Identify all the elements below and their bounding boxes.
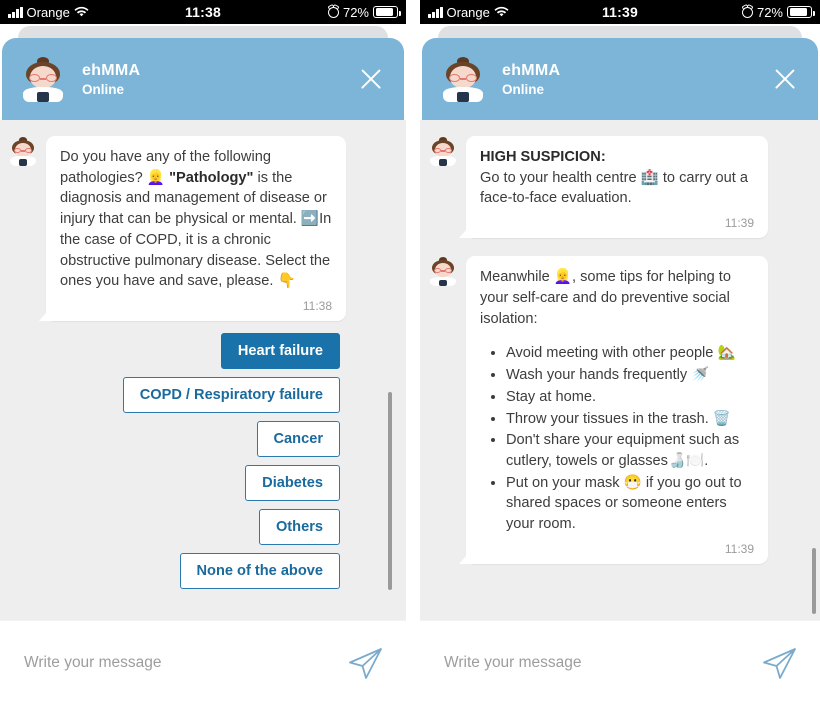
chat-body-right[interactable]: HIGH SUSPICION: Go to your health centre …	[420, 120, 820, 620]
doctor-avatar	[428, 256, 458, 287]
quick-reply-button[interactable]: Diabetes	[245, 465, 340, 502]
chat-header-left: ehMMA Online	[2, 38, 404, 120]
status-bar-left: Orange 11:38 72%	[0, 0, 406, 24]
battery-icon	[373, 6, 401, 18]
doctor-avatar	[440, 56, 486, 102]
quick-reply-button[interactable]: Cancer	[256, 421, 340, 458]
message-text: Do you have any of the following patholo…	[60, 149, 332, 290]
close-icon[interactable]	[768, 62, 802, 96]
message-row: HIGH SUSPICION: Go to your health centre …	[420, 128, 820, 239]
message-text: Meanwhile 👱‍♀️, some tips for helping to…	[480, 269, 754, 535]
chat-header-right: ehMMA Online	[422, 38, 818, 120]
dual-phone-screenshot: Orange 11:38 72% ehMMA Online Do you hav…	[0, 0, 820, 704]
quick-reply-button[interactable]: Heart failure	[220, 333, 340, 370]
chat-header-text: ehMMA Online	[82, 62, 140, 97]
close-icon[interactable]	[354, 62, 388, 96]
doctor-avatar	[8, 136, 38, 166]
status-bar-right-group: 72%	[741, 4, 820, 20]
message-bubble: HIGH SUSPICION: Go to your health centre …	[459, 136, 768, 239]
phone-panel-left: Orange 11:38 72% ehMMA Online Do you hav…	[0, 0, 406, 704]
status-bar-right-group: 72%	[327, 4, 406, 20]
bot-status: Online	[82, 81, 125, 97]
battery-percent-label: 72%	[342, 4, 369, 20]
chat-scrollbar[interactable]	[388, 392, 392, 590]
message-input-bar-left: Write your message	[0, 620, 406, 704]
alarm-clock-icon	[741, 6, 753, 18]
quick-reply-button[interactable]: None of the above	[179, 553, 340, 590]
message-timestamp: 11:39	[724, 541, 754, 556]
message-input-bar-right: Write your message	[420, 620, 820, 704]
quick-reply-button[interactable]: COPD / Respiratory failure	[122, 377, 340, 414]
alarm-clock-icon	[327, 6, 339, 18]
quick-reply-button[interactable]: Others	[258, 509, 340, 546]
bot-name: ehMMA	[502, 61, 561, 79]
message-row: Meanwhile 👱‍♀️, some tips for helping to…	[420, 238, 820, 564]
phone-panel-right: Orange 11:39 72% ehMMA Online HIGH SUSPI…	[420, 0, 820, 704]
doctor-avatar	[428, 136, 458, 166]
send-paper-plane-icon[interactable]	[760, 646, 798, 680]
message-row: Do you have any of the following patholo…	[0, 128, 406, 322]
message-text: HIGH SUSPICION: Go to your health centre …	[480, 149, 749, 207]
message-timestamp: 11:39	[724, 216, 754, 231]
message-bubble: Do you have any of the following patholo…	[39, 136, 346, 322]
chat-scrollbar[interactable]	[812, 548, 816, 614]
status-bar-right: Orange 11:39 72%	[420, 0, 820, 24]
chat-body-left[interactable]: Do you have any of the following patholo…	[0, 120, 406, 620]
quick-reply-list: Heart failure COPD / Respiratory failure C…	[0, 321, 406, 590]
doctor-avatar	[20, 56, 66, 102]
bot-name: ehMMA	[82, 61, 141, 79]
message-timestamp: 11:38	[302, 299, 332, 314]
chat-header-text: ehMMA Online	[502, 62, 560, 97]
battery-percent-label: 72%	[756, 4, 783, 20]
send-paper-plane-icon[interactable]	[346, 646, 384, 680]
message-input[interactable]: Write your message	[444, 654, 760, 672]
bot-status: Online	[502, 81, 545, 97]
message-input[interactable]: Write your message	[24, 654, 346, 672]
battery-icon	[787, 6, 815, 18]
message-bubble: Meanwhile 👱‍♀️, some tips for helping to…	[459, 256, 768, 564]
